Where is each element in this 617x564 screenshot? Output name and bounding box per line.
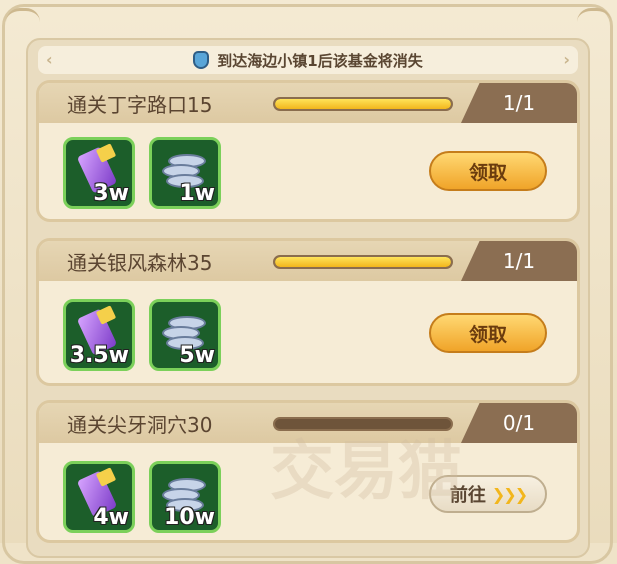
watermark: 交易猫 <box>270 435 462 509</box>
task-count: 1/1 <box>461 83 577 123</box>
notice-text: 到达海边小镇1后该基金将消失 <box>217 51 423 70</box>
claim-button[interactable]: 领取 <box>429 313 547 353</box>
progress-fill <box>275 99 451 109</box>
task-title: 通关银风森林35 <box>67 251 213 275</box>
notice-right-arrow-icon: › <box>563 50 570 69</box>
reward-quantity: 5w <box>179 343 215 368</box>
claim-button[interactable]: 领取 <box>429 151 547 191</box>
task-card: 通关银风森林35 1/1 3.5w 5w 领取 <box>36 238 580 386</box>
reward-slot[interactable]: 5w <box>149 299 221 371</box>
reward-quantity: 1w <box>179 181 215 206</box>
hourglass-icon <box>193 51 210 69</box>
reward-slot[interactable]: 3.5w <box>63 299 135 371</box>
frame-corner-left <box>6 8 40 35</box>
task-card: 通关丁字路口15 1/1 3w 1w 领取 <box>36 80 580 222</box>
reward-quantity: 4w <box>93 505 129 530</box>
fund-panel-frame: ‹ 到达海边小镇1后该基金将消失 › 通关丁字路口15 1/1 3w 1w 领取… <box>0 0 617 564</box>
task-title: 通关尖牙洞穴30 <box>67 413 213 437</box>
task-title: 通关丁字路口15 <box>67 93 213 117</box>
task-progress-bar <box>273 97 453 111</box>
frame-corner-right <box>577 8 611 35</box>
progress-fill <box>275 257 451 267</box>
notice-left-arrow-icon: ‹ <box>46 50 53 69</box>
reward-quantity: 3.5w <box>69 343 129 368</box>
reward-slot[interactable]: 4w <box>63 461 135 533</box>
reward-quantity: 3w <box>93 181 129 206</box>
reward-slot[interactable]: 3w <box>63 137 135 209</box>
task-count: 1/1 <box>461 241 577 281</box>
reward-slot[interactable]: 10w <box>149 461 221 533</box>
expiry-notice: ‹ 到达海边小镇1后该基金将消失 › <box>38 46 578 74</box>
reward-quantity: 10w <box>164 505 215 530</box>
task-progress-bar <box>273 255 453 269</box>
reward-slot[interactable]: 1w <box>149 137 221 209</box>
